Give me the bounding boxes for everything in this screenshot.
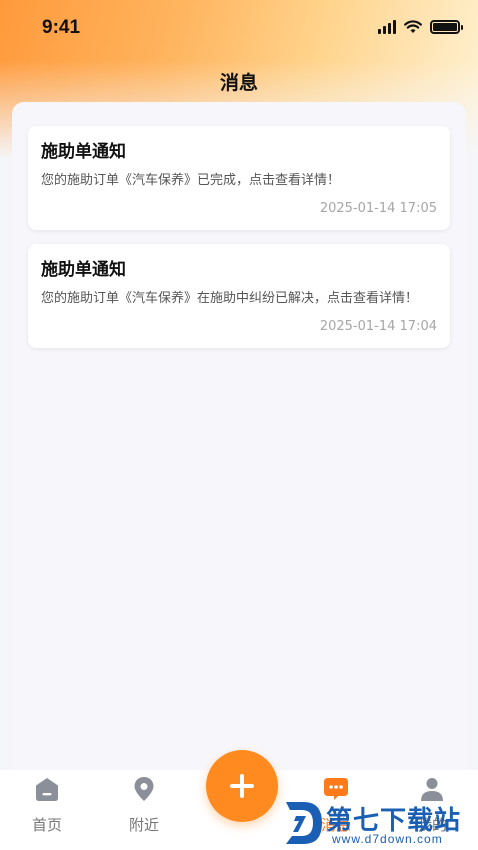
page-title: 消息 (219, 72, 258, 94)
tab-nearby[interactable]: 附近 (104, 770, 184, 850)
message-title: 施助单通知 (41, 260, 126, 280)
watermark: 第七下载站 www.d7down.com (282, 798, 478, 850)
message-time: 2025-01-14 17:04 (319, 319, 437, 334)
message-list-panel: 施助单通知 您的施助订单《汽车保养》已完成，点击查看详情！ 2025-01-14… (12, 102, 466, 782)
tab-label: 首页 (31, 816, 62, 834)
message-time: 2025-01-14 17:05 (319, 201, 437, 216)
message-title: 施助单通知 (41, 142, 126, 162)
watermark-url: www.d7down.com (332, 832, 443, 846)
battery-icon (430, 20, 463, 34)
message-body: 您的施助订单《汽车保养》已完成，点击查看详情！ (41, 173, 341, 188)
home-icon (36, 778, 58, 801)
message-card[interactable]: 施助单通知 您的施助订单《汽车保养》已完成，点击查看详情！ 2025-01-14… (28, 126, 450, 230)
location-pin-icon (134, 777, 154, 801)
tab-label: 附近 (128, 816, 159, 834)
tab-home[interactable]: 首页 (7, 770, 87, 850)
message-body: 您的施助订单《汽车保养》在施助中纠纷已解决，点击查看详情！ (41, 291, 419, 306)
status-time: 9:41 (42, 17, 81, 38)
cellular-signal-icon (378, 20, 396, 34)
wifi-icon (404, 20, 422, 33)
plus-icon (230, 774, 254, 798)
status-bar: 9:41 (0, 0, 478, 56)
message-card[interactable]: 施助单通知 您的施助订单《汽车保养》在施助中纠纷已解决，点击查看详情！ 2025… (28, 244, 450, 348)
watermark-logo-icon (286, 802, 322, 844)
publish-button[interactable] (206, 750, 278, 822)
status-icons (378, 20, 463, 34)
